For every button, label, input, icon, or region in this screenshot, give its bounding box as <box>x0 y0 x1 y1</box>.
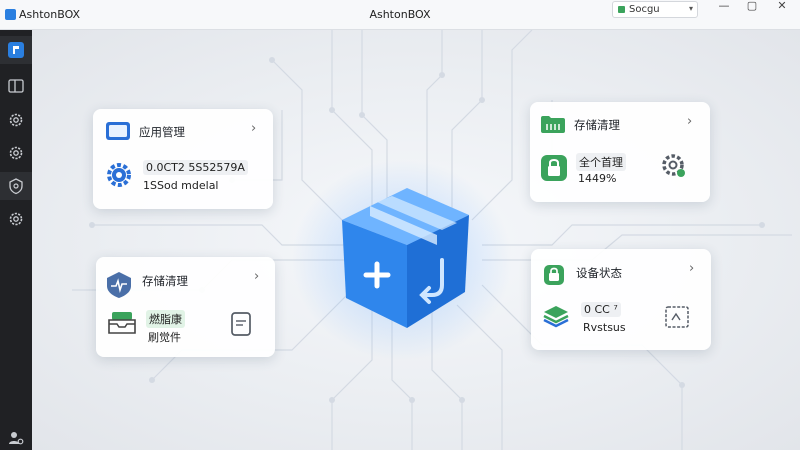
monitor-icon <box>106 122 130 140</box>
sidebar-item-settings-2[interactable] <box>0 139 32 167</box>
chevron-right-icon[interactable]: › <box>689 261 694 276</box>
device-status-label: Rvstsus <box>583 321 626 334</box>
sidebar-item-settings-3[interactable] <box>0 205 32 233</box>
inbox-icon <box>108 312 136 334</box>
device-status-value: 0 CC ⁷ <box>581 302 621 317</box>
chevron-right-icon[interactable]: › <box>687 114 692 129</box>
circuit-background <box>72 30 792 450</box>
storage-cleanup-card[interactable]: 存储清理 › 全个首理 1449% <box>530 102 710 202</box>
storage-cleanup-label: 全个首理 <box>576 153 626 171</box>
gear-icon <box>9 113 23 127</box>
sidebar-item-settings[interactable] <box>0 106 32 134</box>
card-title: 存储清理 <box>574 118 620 132</box>
app-manager-value: 0.0CT2 5S52579A <box>143 160 248 175</box>
search-dropdown-label: Socgu <box>629 4 660 15</box>
app-manager-detail: 1SSod mdelal <box>143 179 219 192</box>
image-frame-icon <box>665 306 689 328</box>
search-dropdown[interactable]: Socgu ▾ <box>612 1 698 18</box>
sidebar-item-shield[interactable] <box>0 172 32 200</box>
gear-icon <box>107 163 131 187</box>
app-logo-icon <box>5 9 16 20</box>
gear-icon <box>662 154 685 177</box>
layers-icon <box>543 306 569 328</box>
shield-pulse-icon <box>107 272 131 298</box>
app-logo-icon <box>8 42 24 58</box>
sidebar-item-home[interactable] <box>0 36 32 64</box>
sidebar-item-browser[interactable] <box>0 72 32 100</box>
title-bar: AshtonBOX AshtonBOX Socgu ▾ — ▢ ✕ <box>0 0 800 30</box>
sidebar-item-account[interactable] <box>0 424 32 450</box>
storage-file-label: 刷觉件 <box>148 331 181 344</box>
user-settings-icon <box>9 432 24 445</box>
gear-icon <box>9 146 23 160</box>
app-manager-card[interactable]: 应用管理 › 0.0CT2 5S52579A 1SSod mdelal <box>93 109 273 209</box>
storage-cleanup-percent: 1449% <box>578 172 617 185</box>
maximize-button[interactable]: ▢ <box>741 0 763 14</box>
lock-icon <box>544 265 564 285</box>
card-title: 应用管理 <box>139 125 185 139</box>
close-button[interactable]: ✕ <box>771 0 793 14</box>
minimize-button[interactable]: — <box>713 0 735 14</box>
storage-cleanup-card-2[interactable]: 存储清理 › 燃脂康 刷觉件 <box>96 257 275 357</box>
card-title: 存储清理 <box>142 274 188 288</box>
device-status-card[interactable]: 设备状态 › 0 CC ⁷ Rvstsus <box>531 249 711 350</box>
chevron-right-icon[interactable]: › <box>254 269 259 284</box>
chevron-down-icon: ▾ <box>688 4 693 13</box>
card-title: 设备状态 <box>576 266 622 280</box>
storage-tag: 燃脂康 <box>146 310 185 328</box>
window-icon <box>8 79 24 93</box>
lock-icon <box>541 155 567 181</box>
folder-icon <box>541 116 565 133</box>
square-icon <box>618 6 625 13</box>
app-name: AshtonBOX <box>19 8 81 21</box>
document-icon <box>231 312 251 336</box>
shield-icon <box>9 178 23 195</box>
sidebar <box>0 30 32 450</box>
chevron-right-icon[interactable]: › <box>251 121 256 136</box>
main-content: 应用管理 › 0.0CT2 5S52579A 1SSod mdelal 存储清理… <box>32 30 800 450</box>
gear-icon <box>9 212 23 226</box>
